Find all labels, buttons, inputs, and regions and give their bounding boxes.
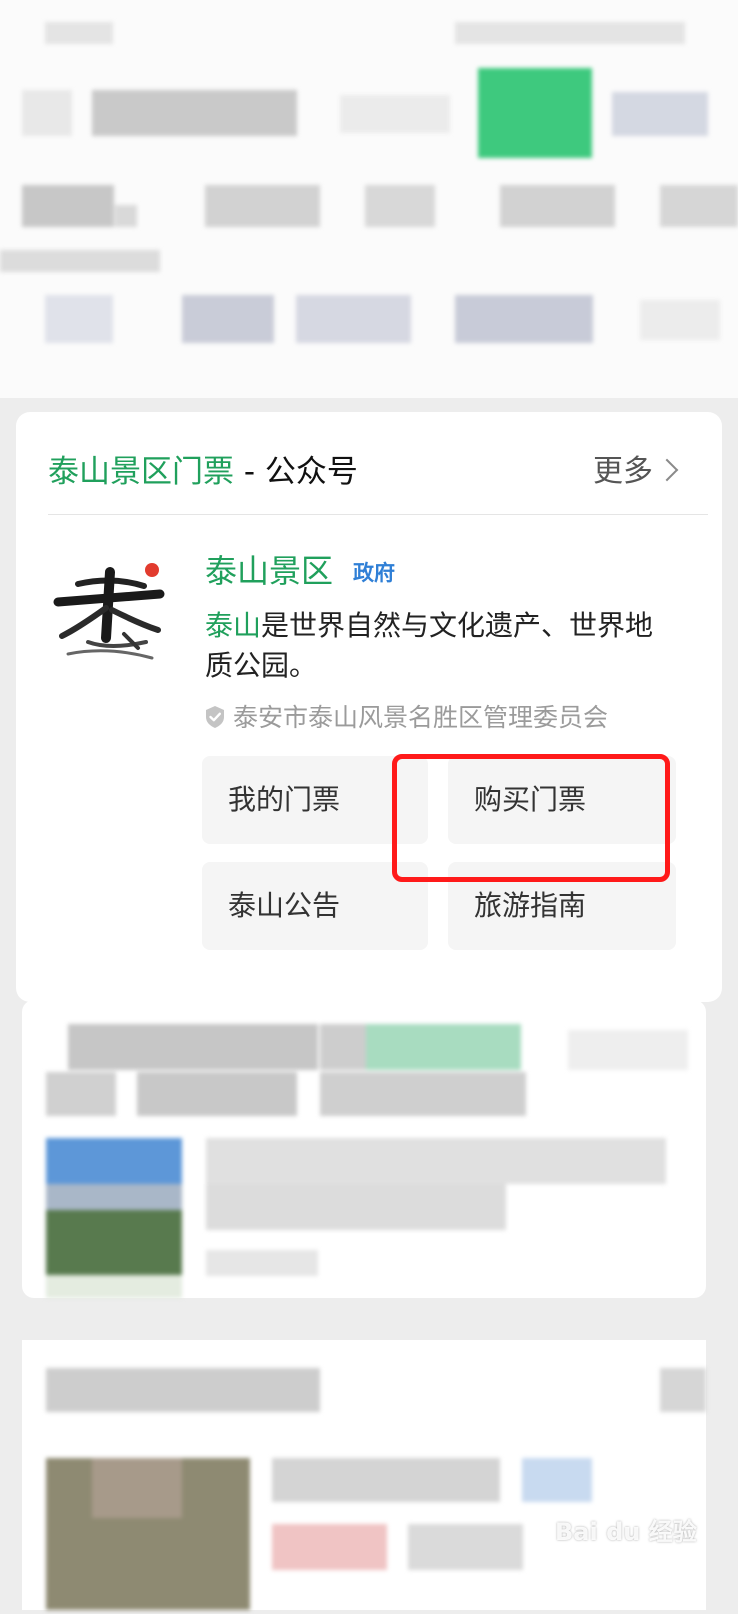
baidu-watermark: Bai du 经验 — [555, 1518, 697, 1546]
blurred-search-header — [0, 0, 738, 398]
pixelated-content — [46, 1024, 688, 1298]
verification-row: 泰安市泰山风景名胜区管理委员会 — [203, 702, 608, 734]
description-text: 是世界自然与文化遗产、世界地质公园。 — [205, 609, 654, 682]
blurred-result-card — [22, 1000, 706, 1298]
description-highlight: 泰山 — [205, 609, 262, 642]
account-logo[interactable] — [48, 550, 172, 674]
pixelated-content — [46, 1368, 706, 1610]
more-label: 更多 — [593, 454, 653, 489]
chevron-right-icon — [655, 458, 679, 482]
government-badge: 政府 — [353, 561, 395, 585]
account-name[interactable]: 泰山景区 — [205, 550, 333, 592]
buy-tickets-button[interactable]: 购买门票 — [448, 756, 676, 844]
account-description: 泰山是世界自然与文化遗产、世界地质公园。 — [205, 606, 680, 686]
divider — [48, 514, 708, 515]
card-header-title[interactable]: 泰山景区门票 - 公众号 — [48, 452, 358, 492]
title-separator: - — [234, 454, 265, 490]
blurred-result-card — [22, 1340, 706, 1610]
more-link[interactable]: 更多 — [593, 452, 679, 492]
verified-shield-icon — [206, 706, 224, 728]
pixelated-content — [0, 22, 738, 343]
my-tickets-button[interactable]: 我的门票 — [202, 756, 428, 844]
travel-guide-button[interactable]: 旅游指南 — [448, 862, 676, 950]
section-type-label: 公众号 — [264, 454, 358, 490]
verified-organization: 泰安市泰山风景名胜区管理委员会 — [233, 703, 609, 732]
announcements-button[interactable]: 泰山公告 — [202, 862, 428, 950]
search-keyword: 泰山景区门票 — [48, 454, 234, 490]
calligraphy-logo — [53, 563, 165, 660]
